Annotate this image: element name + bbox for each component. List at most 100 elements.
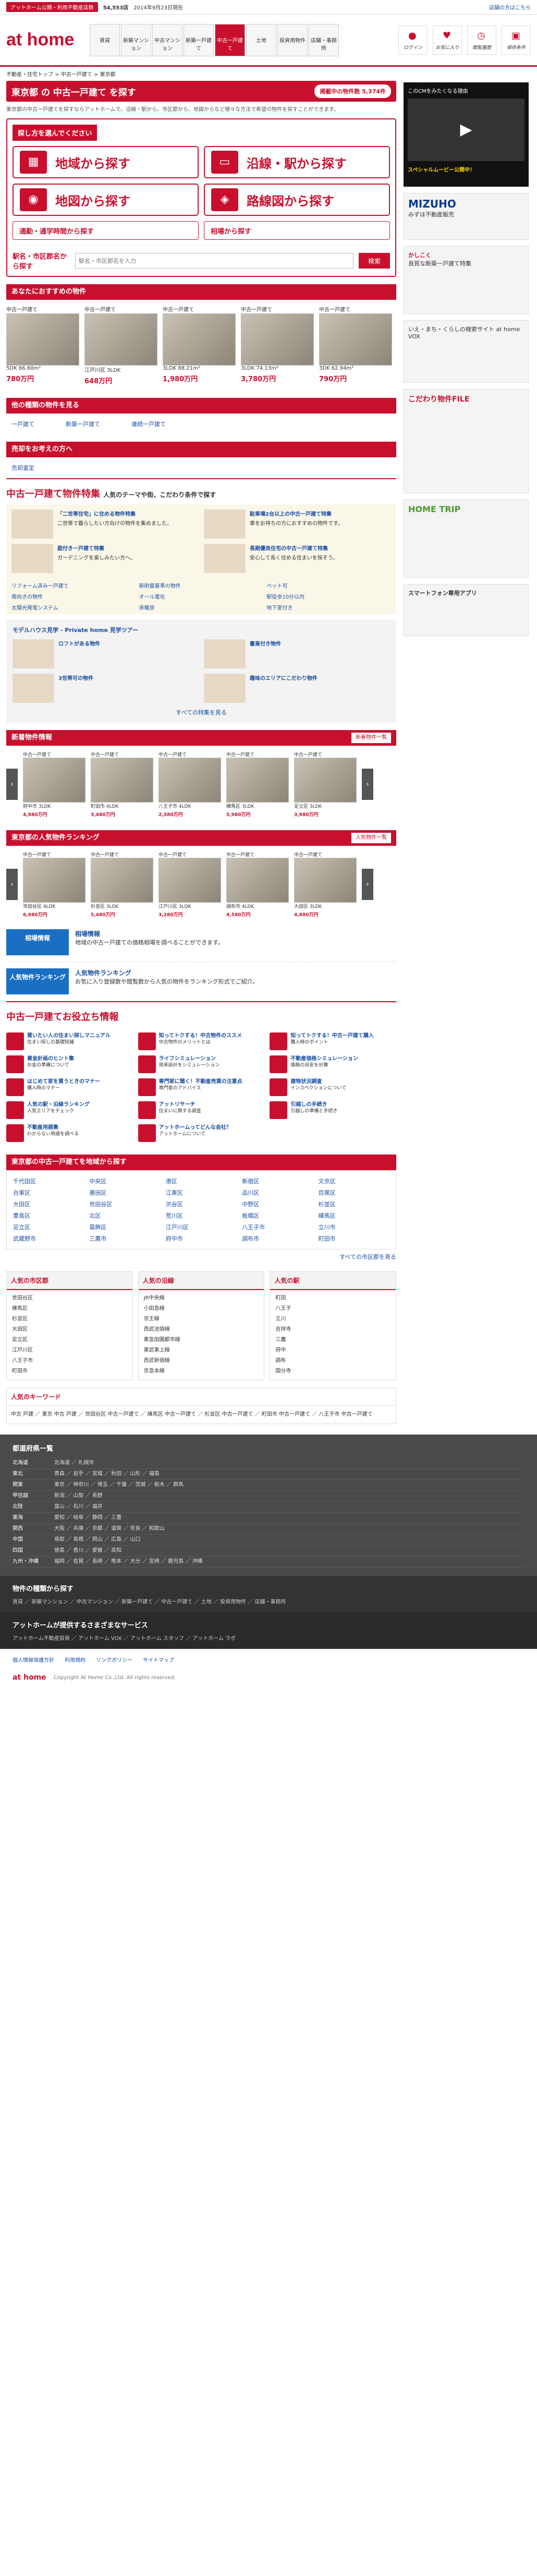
terms-link[interactable]: 利用規約 [65,1656,86,1663]
ranking-card[interactable]: 中古一戸建て 大田区 3LDK 4,880万円 [294,851,357,918]
kind-item[interactable]: 書斎付き物件 [204,639,390,669]
area-link[interactable]: 八王子市 [242,1223,313,1231]
link-row-house[interactable]: 連続一戸建て [131,420,166,428]
house-photo[interactable] [163,313,236,366]
prefecture-links[interactable]: 愛知 ／ 岐阜 ／ 静岡 ／ 三重 [54,1513,121,1523]
house-photo[interactable] [6,313,79,366]
popular-link[interactable]: 大田区 [12,1325,127,1335]
feature-tag[interactable]: 南向きの物件 [11,592,136,600]
area-link[interactable]: 渋谷区 [166,1200,237,1208]
popular-link[interactable]: 吉祥寺 [275,1325,390,1335]
link-policy-link[interactable]: リンクポリシー [96,1656,132,1663]
area-link[interactable]: 千代田区 [13,1177,84,1185]
feature-tag[interactable]: 太陽光発電システム [11,603,136,611]
nav-new-house[interactable]: 新築一戸建て [184,23,214,56]
prev-arrow-icon[interactable]: ‹ [6,869,18,900]
model-house-title[interactable]: モデルハウス見学 - Private home 見学ツアー [13,627,138,634]
nav-investment[interactable]: 投資用物件 [277,23,308,56]
area-link[interactable]: 江戸川区 [166,1223,237,1231]
kind-item[interactable]: ロフトがある物件 [13,639,199,669]
search-by-price-button[interactable]: 相場から探す [204,221,390,240]
listing-card[interactable]: 中古一戸建て 町田市 4LDK 3,480万円 [91,751,153,818]
help-item[interactable]: 知ってトクする！中古一戸建て購入 購入時のポイント [270,1032,396,1050]
popular-link[interactable]: 杉並区 [12,1314,127,1325]
link-new-house[interactable]: 新築一戸建て [66,420,100,428]
popular-link[interactable]: 江戸川区 [12,1345,127,1356]
area-link[interactable]: 練馬区 [319,1211,389,1220]
area-link[interactable]: 江東区 [166,1188,237,1197]
kind-item[interactable]: 趣味のエリアにこだわり物件 [204,674,390,703]
prev-arrow-icon[interactable]: ‹ [6,769,18,800]
all-features-link[interactable]: すべての特集を見る [176,709,227,716]
area-link[interactable]: 葛飾区 [89,1223,160,1231]
search-by-route-map-button[interactable]: ◈ 路線図から探す [204,184,390,216]
house-photo[interactable] [84,313,157,366]
area-link[interactable]: 荒川区 [166,1211,237,1220]
all-areas-link[interactable]: すべての市区郡を見る [339,1254,396,1260]
nav-land[interactable]: 土地 [246,23,276,56]
prefecture-links[interactable]: 福岡 ／ 佐賀 ／ 長崎 ／ 熊本 ／ 大分 ／ 宮崎 ／ 鹿児島 ／ 沖縄 [54,1557,203,1567]
area-link[interactable]: 調布市 [242,1234,313,1243]
popular-link[interactable]: 京急本線 [144,1366,259,1377]
ranking-more[interactable]: 人気物件一覧 [351,833,391,843]
area-link[interactable]: 港区 [166,1177,237,1185]
athome-logo[interactable]: at home [6,30,90,50]
listing-card[interactable]: 中古一戸建て 八王子市 4LDK 2,380万円 [158,751,221,818]
popular-link[interactable]: 京王線 [144,1314,259,1325]
popular-link[interactable]: 町田 [275,1293,390,1304]
feature-item[interactable]: 庭付き一戸建て特集 ガーデニングを楽しみたい方へ。 [11,544,199,573]
area-link[interactable]: 台東区 [13,1188,84,1197]
area-link[interactable]: 世田谷区 [89,1200,160,1208]
link-house[interactable]: 一戸建て [11,420,34,428]
favorites-button[interactable]: ♥ お気に入り [433,25,462,55]
vox-ad[interactable]: いえ・まち・くらしの検索サイト at home VOX [404,320,529,383]
history-button[interactable]: ◷ 閲覧履歴 [467,25,496,55]
house-photo[interactable] [319,313,392,366]
prefecture-links[interactable]: 富山 ／ 石川 ／ 福井 [54,1502,103,1512]
nav-new-mansion[interactable]: 新築マンション [121,23,151,56]
nav-rent[interactable]: 賃貸 [90,23,120,56]
privacy-link[interactable]: 個人情報保護方針 [13,1656,54,1663]
ranking-banner[interactable]: 人気物件ランキング [6,968,69,994]
prefecture-links[interactable]: 青森 ／ 岩手 ／ 宮城 ／ 秋田 ／ 山形 ／ 福島 [54,1469,160,1479]
popular-link[interactable]: JR中央線 [144,1293,259,1304]
help-item[interactable]: 引越しの手続き 引越しの準備と手続き [270,1101,396,1119]
area-link[interactable]: 目黒区 [319,1188,389,1197]
help-item[interactable]: 不動産価格シミュレーション 価格の目安を計算 [270,1055,396,1073]
popular-link[interactable]: 足立区 [12,1335,127,1345]
area-link[interactable]: 府中市 [166,1234,237,1243]
mizuho-ad[interactable]: MIZUHO みずほ不動産販売 [404,193,529,240]
popular-link[interactable]: 八王子市 [12,1356,127,1366]
area-link[interactable]: 三鷹市 [89,1234,160,1243]
feature-tag[interactable]: 床暖房 [139,603,264,611]
app-ad[interactable]: スマートフォン専用アプリ [404,584,529,636]
popular-link[interactable]: 八王子 [275,1304,390,1314]
feature-tag[interactable]: オール電化 [139,592,264,600]
popular-link[interactable]: 調布 [275,1356,390,1366]
popular-link[interactable]: 東急田園都市線 [144,1335,259,1345]
feature-tag[interactable]: 新耐震基準の物件 [139,581,264,589]
sitemap-link[interactable]: サイトマップ [143,1656,174,1663]
next-arrow-icon[interactable]: › [362,769,373,800]
feature-tag[interactable]: 地下室付き [266,603,391,611]
property-type-links[interactable]: 賃貸 ／ 新築マンション ／ 中古マンション ／ 新築一戸建て ／ 中古一戸建て… [13,1597,524,1605]
recommend-card[interactable]: 中古一戸建て 江戸川区 3LDK 648万円 [84,305,157,385]
help-item[interactable]: アットリサーチ 住まいに関する調査 [138,1101,265,1119]
nav-used-mansion[interactable]: 中古マンション [152,23,182,56]
search-by-map-button[interactable]: ◉ 地図から探す [13,184,199,216]
footer-logo[interactable]: at home [13,1673,46,1682]
area-link[interactable]: 新宿区 [242,1177,313,1185]
prefecture-links[interactable]: 東京 ／ 神奈川 ／ 埼玉 ／ 千葉 ／ 茨城 ／ 栃木 ／ 群馬 [54,1480,184,1490]
recommend-card[interactable]: 中古一戸建て 3DK 62.94m² 790万円 [319,305,392,385]
hometrip-ad[interactable]: HOME TRIP [404,500,529,578]
popular-link[interactable]: 府中 [275,1345,390,1356]
listing-card[interactable]: 中古一戸建て 練馬区 3LDK 5,980万円 [226,751,289,818]
new-house-ad[interactable]: かしこく 良質な新築一戸建て特集 [404,246,529,314]
area-link[interactable]: 豊島区 [13,1211,84,1220]
popular-link[interactable]: 世田谷区 [12,1293,127,1304]
listing-card[interactable]: 中古一戸建て 足立区 3LDK 3,980万円 [294,751,357,818]
feature-thumb[interactable] [204,509,246,539]
kind-item[interactable]: 3世帯可の物件 [13,674,199,703]
help-item[interactable]: 買いたい人の住まい探しマニュアル 住まい探しの基礎知識 [6,1032,133,1050]
feature-item[interactable]: 「二世帯住宅」に住める物件特集 二世帯で暮らしたい方向けの物件を集めました。 [11,509,199,539]
